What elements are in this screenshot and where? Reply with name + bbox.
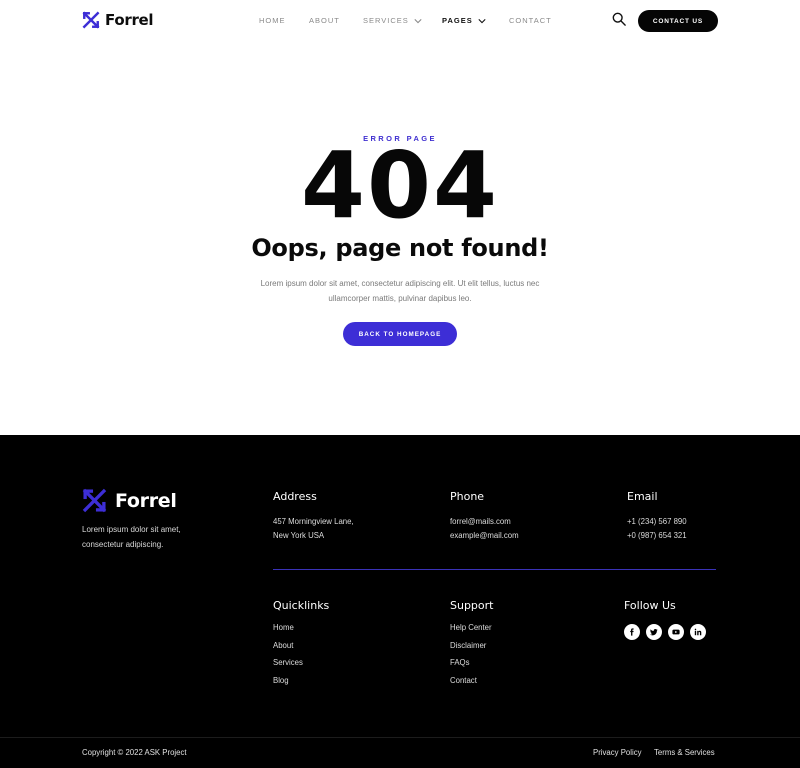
follow-us-heading: Follow Us	[624, 599, 676, 612]
quicklink-services[interactable]: Services	[273, 658, 303, 667]
footer-brand-logo[interactable]: Forrel	[82, 488, 177, 513]
support-link-disclaimer[interactable]: Disclaimer	[450, 641, 486, 650]
footer-bottom-divider	[0, 737, 800, 738]
nav-item-label: ABOUT	[309, 16, 340, 25]
chevron-down-icon	[478, 18, 486, 23]
twitter-icon[interactable]	[646, 624, 662, 640]
address-line: New York USA	[273, 531, 325, 540]
youtube-icon[interactable]	[668, 624, 684, 640]
address-heading: Address	[273, 490, 317, 503]
page-title: Oops, page not found!	[251, 234, 549, 262]
facebook-icon[interactable]	[624, 624, 640, 640]
quicklink-blog[interactable]: Blog	[273, 676, 289, 685]
email-heading: Email	[627, 490, 658, 503]
support-link-faqs[interactable]: FAQs	[450, 658, 470, 667]
nav-item-services[interactable]: SERVICES	[363, 16, 422, 25]
address-line: 457 Morningview Lane,	[273, 517, 354, 526]
phone-line: forrel@mails.com	[450, 517, 511, 526]
nav-item-label: PAGES	[442, 16, 473, 25]
error-description: Lorem ipsum dolor sit amet, consectetur …	[260, 279, 540, 303]
terms-services-link[interactable]: Terms & Services	[654, 748, 715, 757]
site-header: Forrel HOME ABOUT SERVICES PAGES CONTACT…	[0, 0, 800, 42]
linkedin-icon[interactable]	[690, 624, 706, 640]
email-line: +1 (234) 567 890	[627, 517, 687, 526]
site-footer: Forrel Lorem ipsum dolor sit amet, conse…	[0, 435, 800, 768]
privacy-policy-link[interactable]: Privacy Policy	[593, 748, 642, 757]
nav-item-about[interactable]: ABOUT	[309, 16, 340, 25]
footer-divider	[273, 569, 716, 570]
social-links	[624, 624, 706, 640]
search-icon[interactable]	[612, 12, 626, 26]
support-heading: Support	[450, 599, 494, 612]
quicklinks-heading: Quicklinks	[273, 599, 330, 612]
nav-item-contact[interactable]: CONTACT	[509, 16, 552, 25]
copyright-text: Copyright © 2022 ASK Project	[82, 748, 187, 757]
phone-line: example@mail.com	[450, 531, 519, 540]
contact-us-button[interactable]: CONTACT US	[638, 10, 718, 32]
quicklink-about[interactable]: About	[273, 641, 293, 650]
back-to-homepage-button[interactable]: BACK TO HOMEPAGE	[343, 322, 457, 346]
support-link-contact[interactable]: Contact	[450, 676, 477, 685]
nav-item-label: SERVICES	[363, 16, 409, 25]
footer-brand-name: Forrel	[115, 489, 177, 512]
nav-item-label: HOME	[259, 16, 286, 25]
chevron-down-icon	[414, 18, 422, 23]
quicklink-home[interactable]: Home	[273, 623, 294, 632]
footer-tagline: Lorem ipsum dolor sit amet, consectetur …	[82, 525, 181, 549]
nav-item-home[interactable]: HOME	[259, 16, 286, 25]
email-line: +0 (987) 654 321	[627, 531, 687, 540]
support-link-help-center[interactable]: Help Center	[450, 623, 492, 632]
nav-item-label: CONTACT	[509, 16, 552, 25]
nav-item-pages[interactable]: PAGES	[442, 16, 486, 25]
forrel-logo-icon	[82, 488, 107, 513]
error-code: 404	[300, 132, 500, 239]
phone-heading: Phone	[450, 490, 485, 503]
